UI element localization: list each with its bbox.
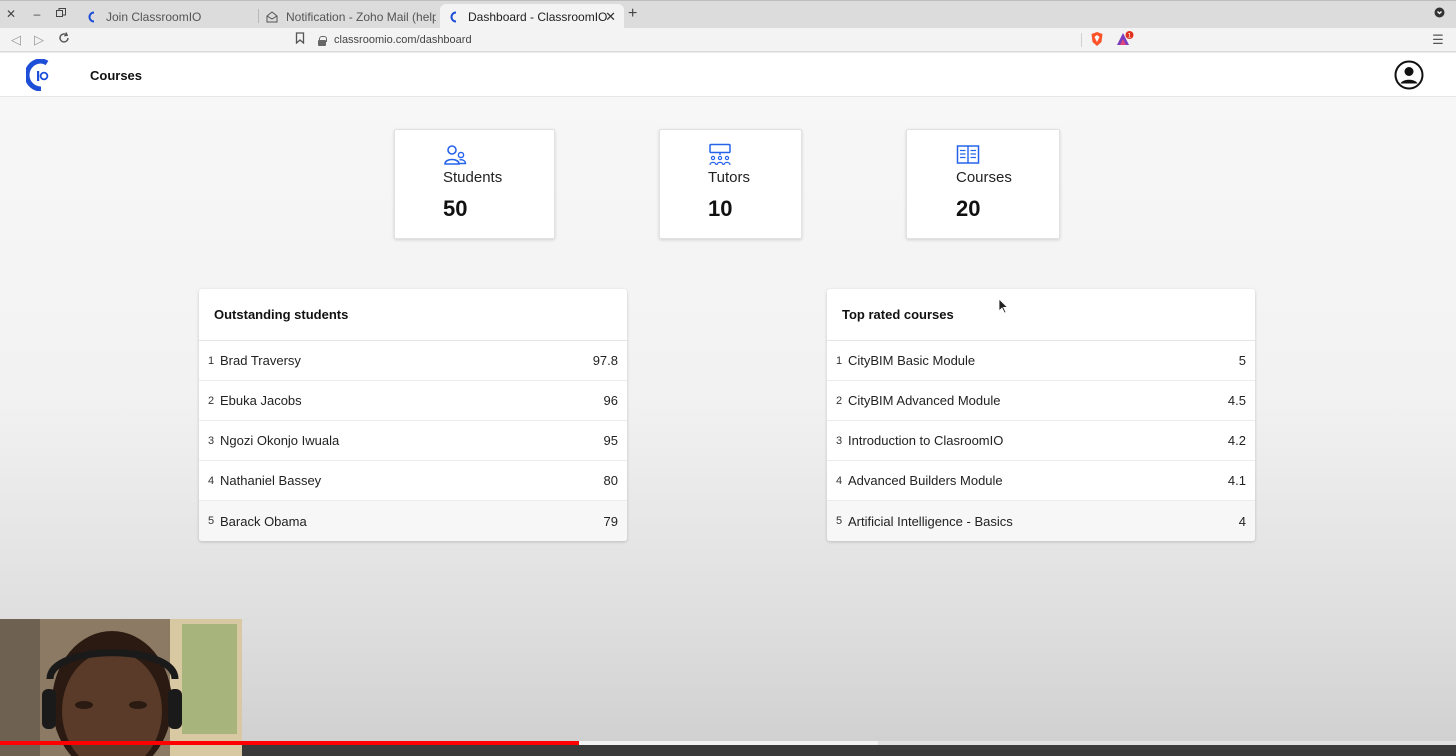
courses-stat-card[interactable]: Courses 20 bbox=[906, 129, 1060, 239]
student-row[interactable]: 3 Ngozi Okonjo Iwuala 95 bbox=[199, 421, 627, 461]
student-score: 80 bbox=[603, 473, 618, 488]
student-score: 97.8 bbox=[592, 353, 618, 368]
student-row[interactable]: 1 Brad Traversy 97.8 bbox=[199, 341, 627, 381]
course-rating: 4 bbox=[1238, 513, 1246, 529]
tutors-stat-card[interactable]: Tutors 10 bbox=[659, 129, 802, 239]
reload-icon[interactable] bbox=[56, 32, 72, 48]
course-row[interactable]: 1 CityBIM Basic Module 5 bbox=[827, 341, 1255, 381]
url-text: classroomio.com/dashboard bbox=[334, 34, 472, 46]
hamburger-menu-icon[interactable]: ☰ bbox=[1430, 32, 1446, 48]
course-name: Introduction to ClasroomIO bbox=[848, 433, 1004, 448]
course-rating: 4.1 bbox=[1227, 473, 1246, 488]
stat-label: Students bbox=[443, 169, 503, 186]
browser-menu-circle-icon[interactable] bbox=[1432, 7, 1446, 21]
lock-icon bbox=[318, 35, 327, 46]
mail-favicon-icon bbox=[266, 10, 278, 23]
back-icon[interactable]: ◁ bbox=[8, 32, 24, 48]
brave-shield-icon[interactable] bbox=[1089, 31, 1105, 51]
rank: 3 bbox=[208, 434, 215, 447]
student-score: 96 bbox=[603, 393, 618, 408]
tab-close-icon[interactable]: ✕ bbox=[605, 9, 616, 25]
new-tab-button[interactable]: + bbox=[628, 6, 637, 22]
window-restore-icon[interactable] bbox=[54, 7, 68, 21]
rank: 1 bbox=[836, 354, 843, 367]
rank: 5 bbox=[836, 515, 843, 527]
outstanding-students-panel: Outstanding students 1 Brad Traversy 97.… bbox=[199, 289, 627, 541]
student-name: Brad Traversy bbox=[220, 353, 301, 368]
course-row[interactable]: 3 Introduction to ClasroomIO 4.2 bbox=[827, 421, 1255, 461]
presenter-video-image bbox=[0, 619, 242, 756]
students-icon bbox=[444, 145, 467, 165]
courses-icon bbox=[956, 145, 980, 164]
profile-avatar-icon[interactable] bbox=[1394, 60, 1424, 90]
brave-rewards-icon[interactable]: 1 bbox=[1116, 31, 1134, 51]
nav-courses-link[interactable]: Courses bbox=[90, 68, 142, 83]
student-row[interactable]: 5 Barack Obama 79 bbox=[199, 501, 627, 541]
stat-value: 20 bbox=[956, 196, 981, 221]
rank: 5 bbox=[208, 515, 215, 527]
rank: 1 bbox=[208, 354, 215, 367]
course-rating: 4.5 bbox=[1227, 393, 1246, 408]
app-header: Courses bbox=[0, 53, 1456, 97]
tab-title: Dashboard - ClassroomIO bbox=[468, 9, 608, 24]
top-rated-courses-panel: Top rated courses 1 CityBIM Basic Module… bbox=[827, 289, 1255, 541]
course-row[interactable]: 4 Advanced Builders Module 4.1 bbox=[827, 461, 1255, 501]
rank: 3 bbox=[836, 434, 843, 447]
rank: 2 bbox=[208, 394, 215, 407]
window-close-icon[interactable]: ✕ bbox=[4, 7, 18, 21]
tab-title: Join ClassroomIO bbox=[106, 9, 202, 24]
bookmark-icon[interactable] bbox=[292, 32, 308, 48]
student-name: Nathaniel Bassey bbox=[220, 473, 322, 488]
student-row[interactable]: 2 Ebuka Jacobs 96 bbox=[199, 381, 627, 421]
tutors-icon bbox=[709, 143, 731, 166]
student-name: Ngozi Okonjo Iwuala bbox=[220, 433, 340, 448]
stat-value: 10 bbox=[708, 196, 733, 221]
browser-toolbar: ◁ ▷ classroomio.com/dashboard 1 ☰ bbox=[0, 28, 1456, 52]
video-controls-strip bbox=[242, 745, 1456, 756]
course-name: CityBIM Basic Module bbox=[848, 353, 976, 368]
course-name: Artificial Intelligence - Basics bbox=[848, 513, 1013, 529]
course-row[interactable]: 5 Artificial Intelligence - Basics 4 bbox=[827, 501, 1255, 541]
window-minimize-icon[interactable]: – bbox=[30, 7, 44, 21]
panel-title: Outstanding students bbox=[199, 289, 627, 341]
student-score: 79 bbox=[603, 513, 618, 529]
forward-icon[interactable]: ▷ bbox=[31, 32, 47, 48]
course-name: Advanced Builders Module bbox=[848, 473, 1003, 488]
student-score: 95 bbox=[603, 433, 618, 448]
tab-join-classroomio[interactable]: Join ClassroomIO bbox=[78, 4, 256, 29]
course-rating: 5 bbox=[1238, 353, 1246, 368]
rank: 4 bbox=[208, 474, 215, 487]
panel-title: Top rated courses bbox=[827, 289, 1255, 341]
students-stat-card[interactable]: Students 50 bbox=[394, 129, 555, 239]
classroomio-favicon-icon bbox=[86, 11, 98, 23]
student-row[interactable]: 4 Nathaniel Bassey 80 bbox=[199, 461, 627, 501]
student-name: Ebuka Jacobs bbox=[220, 393, 302, 408]
course-row[interactable]: 2 CityBIM Advanced Module 4.5 bbox=[827, 381, 1255, 421]
stat-value: 50 bbox=[443, 196, 468, 221]
browser-tab-bar: ✕ – Join ClassroomIO Notification - Zoho… bbox=[0, 0, 1456, 29]
webcam-overlay bbox=[0, 619, 242, 756]
tab-dashboard[interactable]: Dashboard - ClassroomIO ✕ bbox=[440, 4, 624, 29]
tab-zoho-mail[interactable]: Notification - Zoho Mail (help bbox=[258, 4, 436, 29]
address-bar[interactable]: classroomio.com/dashboard bbox=[318, 30, 1078, 50]
classroomio-logo-icon[interactable] bbox=[26, 59, 52, 91]
classroomio-favicon-icon bbox=[448, 11, 460, 23]
rank: 2 bbox=[836, 394, 843, 407]
stat-label: Tutors bbox=[708, 169, 750, 186]
rewards-badge: 1 bbox=[1128, 32, 1132, 39]
mouse-cursor-icon bbox=[998, 298, 1008, 314]
course-rating: 4.2 bbox=[1227, 433, 1246, 448]
student-name: Barack Obama bbox=[220, 513, 307, 529]
stat-label: Courses bbox=[956, 169, 1012, 186]
rank: 4 bbox=[836, 474, 843, 487]
course-name: CityBIM Advanced Module bbox=[848, 393, 1001, 408]
tab-title: Notification - Zoho Mail (help bbox=[286, 9, 436, 24]
